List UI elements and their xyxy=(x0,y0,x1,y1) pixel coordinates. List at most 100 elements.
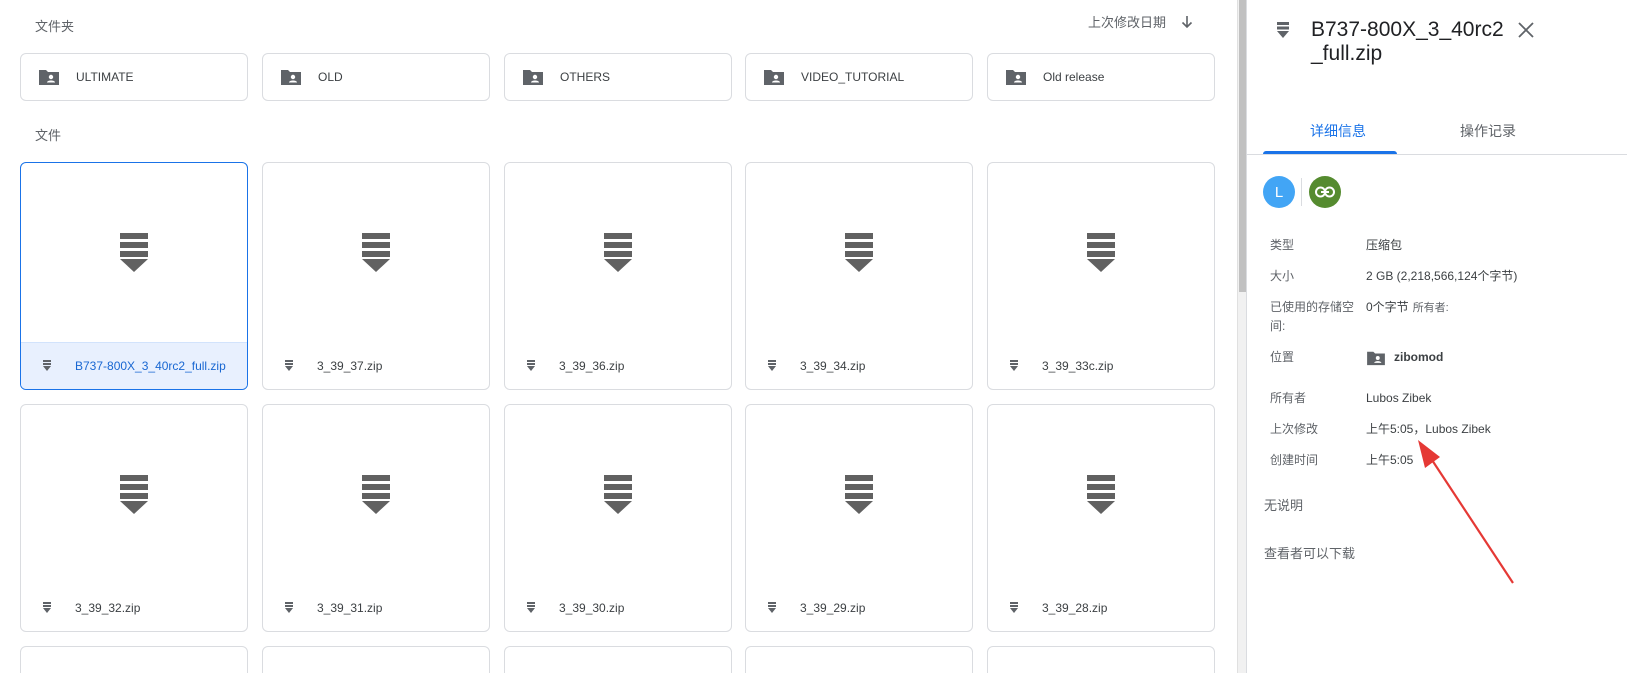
file-card[interactable]: 3_39_33c.zip xyxy=(987,162,1215,390)
file-card[interactable]: 3_39_36.zip xyxy=(504,162,732,390)
folder-card[interactable]: Old release xyxy=(987,53,1215,101)
shared-folder-icon xyxy=(281,70,301,85)
shared-folder-icon xyxy=(39,70,59,85)
arrow-down-icon[interactable] xyxy=(1180,15,1194,29)
storage-label: 已使用的存储空间: xyxy=(1270,300,1355,333)
files-heading: 文件 xyxy=(35,128,62,143)
download-permission-note: 查看者可以下载 xyxy=(1264,546,1356,561)
folder-name[interactable]: ULTIMATE xyxy=(76,70,134,84)
file-name[interactable]: 3_39_31.zip xyxy=(317,601,382,615)
file-name[interactable]: 3_39_30.zip xyxy=(559,601,624,615)
file-thumbnail[interactable] xyxy=(505,163,731,343)
file-card-partial[interactable] xyxy=(987,646,1215,673)
location-chip[interactable]: zibomod xyxy=(1366,348,1443,367)
folder-name[interactable]: OLD xyxy=(318,70,343,84)
folder-name[interactable]: Old release xyxy=(1043,70,1104,84)
zip-file-icon xyxy=(1010,359,1018,371)
folder-name[interactable]: VIDEO_TUTORIAL xyxy=(801,70,904,84)
folder-card[interactable]: ULTIMATE xyxy=(20,53,248,101)
tabs-divider xyxy=(1247,154,1627,155)
panel-title: B737-800X_3_40rc2_full.zip xyxy=(1311,18,1504,65)
location-name[interactable]: zibomod xyxy=(1394,348,1443,367)
zip-file-icon xyxy=(285,601,293,613)
file-name[interactable]: 3_39_32.zip xyxy=(75,601,140,615)
main-scrollbar[interactable] xyxy=(1237,0,1246,673)
file-card-partial[interactable] xyxy=(745,646,973,673)
tab-details[interactable]: 详细信息 xyxy=(1263,110,1413,154)
storage-value: 0个字节 所有者: xyxy=(1366,298,1449,318)
file-card[interactable]: 3_39_30.zip xyxy=(504,404,732,632)
file-card-partial[interactable] xyxy=(20,646,248,673)
folder-card[interactable]: OLD xyxy=(262,53,490,101)
sort-label[interactable]: 上次修改日期 xyxy=(1088,12,1166,31)
file-card[interactable]: 3_39_28.zip xyxy=(987,404,1215,632)
file-browser: 文件夹 上次修改日期 ULTIMATE OLD OTHERS VIDEO_TUTORI… xyxy=(0,0,1237,673)
folder-card[interactable]: OTHERS xyxy=(504,53,732,101)
file-name[interactable]: 3_39_36.zip xyxy=(559,359,624,373)
type-value: 压缩包 xyxy=(1366,238,1403,252)
file-thumbnail[interactable] xyxy=(263,163,489,343)
file-card-partial[interactable] xyxy=(262,646,490,673)
file-name[interactable]: 3_39_29.zip xyxy=(800,601,865,615)
zip-file-icon xyxy=(845,475,873,514)
zip-file-icon xyxy=(362,475,390,514)
panel-tabs: 详细信息 操作记录 xyxy=(1263,110,1563,154)
file-thumbnail[interactable] xyxy=(988,405,1214,585)
file-thumbnail[interactable] xyxy=(746,163,972,343)
file-name[interactable]: 3_39_28.zip xyxy=(1042,601,1107,615)
file-name[interactable]: 3_39_33c.zip xyxy=(1042,359,1113,373)
file-name[interactable]: 3_39_34.zip xyxy=(800,359,865,373)
file-caption[interactable]: 3_39_28.zip xyxy=(988,584,1214,631)
file-thumbnail[interactable] xyxy=(746,405,972,585)
folder-name[interactable]: OTHERS xyxy=(560,70,610,84)
file-thumbnail[interactable] xyxy=(263,405,489,585)
close-icon[interactable] xyxy=(1516,20,1536,40)
file-caption[interactable]: 3_39_33c.zip xyxy=(988,342,1214,389)
zip-file-icon xyxy=(768,359,776,371)
file-card[interactable]: 3_39_32.zip xyxy=(20,404,248,632)
zip-file-icon xyxy=(1277,22,1289,38)
file-name[interactable]: B737-800X_3_40rc2_full.zip xyxy=(75,359,226,373)
details-panel: B737-800X_3_40rc2_full.zip 详细信息 操作记录 L 类… xyxy=(1246,0,1627,673)
shared-folder-icon xyxy=(764,70,784,85)
owner-avatar[interactable]: L xyxy=(1263,176,1295,208)
location-label: 位置 xyxy=(1270,350,1295,364)
created-label: 创建时间 xyxy=(1270,453,1319,467)
file-thumbnail[interactable] xyxy=(988,163,1214,343)
zip-file-icon xyxy=(120,233,148,272)
file-thumbnail[interactable] xyxy=(21,163,247,343)
file-caption[interactable]: 3_39_36.zip xyxy=(505,342,731,389)
file-card[interactable]: B737-800X_3_40rc2_full.zip xyxy=(20,162,248,390)
description-field[interactable]: 无说明 xyxy=(1264,495,1303,514)
size-label: 大小 xyxy=(1270,269,1295,283)
folders-heading: 文件夹 xyxy=(35,19,75,34)
file-caption[interactable]: 3_39_29.zip xyxy=(746,584,972,631)
file-caption[interactable]: 3_39_34.zip xyxy=(746,342,972,389)
file-caption[interactable]: 3_39_31.zip xyxy=(263,584,489,631)
size-value: 2 GB (2,218,566,124个字节) xyxy=(1366,269,1518,283)
file-card[interactable]: 3_39_37.zip xyxy=(262,162,490,390)
file-thumbnail[interactable] xyxy=(21,405,247,585)
zip-file-icon xyxy=(1010,601,1018,613)
file-caption[interactable]: 3_39_32.zip xyxy=(21,584,247,631)
avatar-divider xyxy=(1301,178,1302,206)
link-sharing-icon[interactable] xyxy=(1309,176,1341,208)
file-name[interactable]: 3_39_37.zip xyxy=(317,359,382,373)
scrollbar-thumb[interactable] xyxy=(1239,0,1246,292)
storage-owners: 所有者: xyxy=(1412,302,1449,314)
file-caption[interactable]: B737-800X_3_40rc2_full.zip xyxy=(21,342,247,389)
file-thumbnail[interactable] xyxy=(505,405,731,585)
zip-file-icon xyxy=(362,233,390,272)
zip-file-icon xyxy=(43,360,51,371)
created-value: 上午5:05 xyxy=(1366,453,1414,467)
file-caption[interactable]: 3_39_37.zip xyxy=(263,342,489,389)
file-card[interactable]: 3_39_31.zip xyxy=(262,404,490,632)
tab-activity[interactable]: 操作记录 xyxy=(1413,110,1563,154)
file-card[interactable]: 3_39_34.zip xyxy=(745,162,973,390)
sort-control[interactable]: 上次修改日期 xyxy=(1088,12,1194,31)
file-card[interactable]: 3_39_29.zip xyxy=(745,404,973,632)
folder-card[interactable]: VIDEO_TUTORIAL xyxy=(745,53,973,101)
file-caption[interactable]: 3_39_30.zip xyxy=(505,584,731,631)
file-card-partial[interactable] xyxy=(504,646,732,673)
folder-icon xyxy=(1367,351,1385,365)
